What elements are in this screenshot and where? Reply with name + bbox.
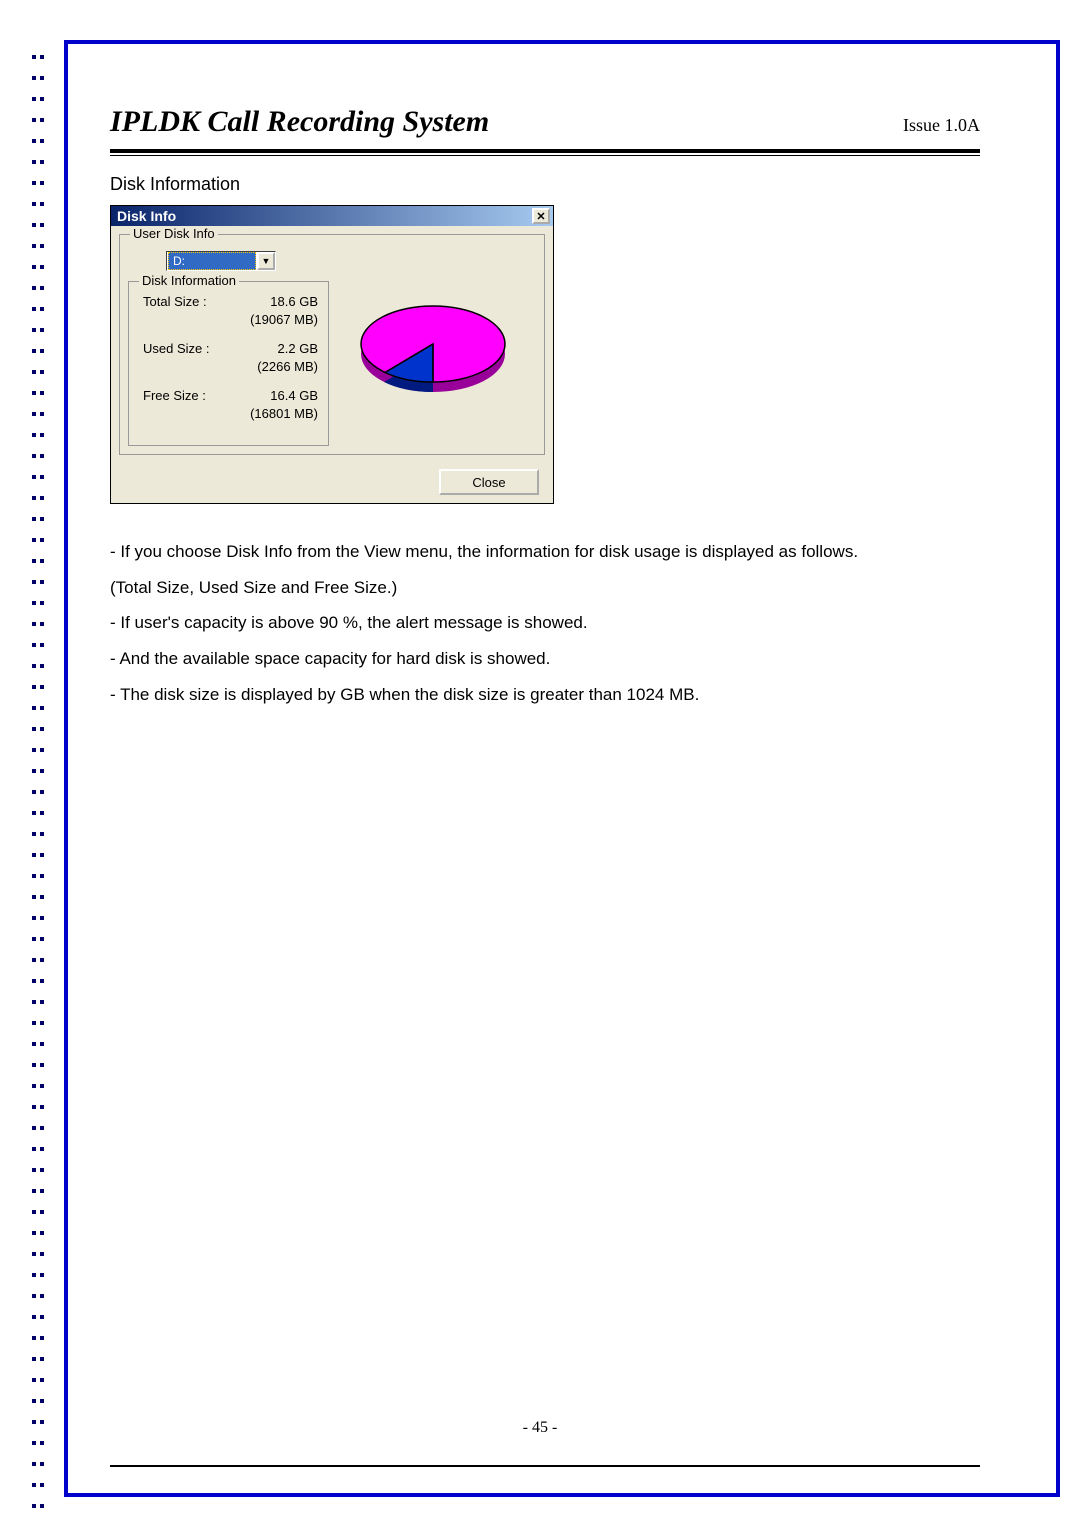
drive-row: D: ▼ [166,251,536,271]
body-line: - And the available space capacity for h… [110,641,980,677]
total-mb: (19067 MB) [233,312,318,327]
free-gb: 16.4 GB [233,388,318,403]
chevron-down-icon[interactable]: ▼ [257,252,275,270]
user-disk-info-group: User Disk Info D: ▼ Disk Information Tot… [119,234,545,455]
body-line: (Total Size, Used Size and Free Size.) [110,570,980,606]
total-label: Total Size : [143,294,233,309]
dialog-buttons: Close [119,463,545,495]
group-title-outer: User Disk Info [130,226,218,241]
used-mb: (2266 MB) [233,359,318,374]
dialog-titlebar[interactable]: Disk Info ✕ [111,206,553,226]
body-line: - If user's capacity is above 90 %, the … [110,605,980,641]
page-title: IPLDK Call Recording System [110,105,489,139]
group-title-inner: Disk Information [139,273,239,288]
used-size-row: Used Size : 2.2 GB [143,341,318,356]
footer-rule [110,1465,980,1467]
dialog-body: User Disk Info D: ▼ Disk Information Tot… [111,226,553,503]
content: IPLDK Call Recording System Issue 1.0A D… [110,105,980,1467]
used-gb: 2.2 GB [233,341,318,356]
used-label: Used Size : [143,341,233,356]
issue-label: Issue 1.0A [903,115,980,136]
pie-chart-svg [353,296,513,406]
total-size-row: Total Size : 18.6 GB [143,294,318,309]
dialog-title: Disk Info [117,208,176,224]
header-row: IPLDK Call Recording System Issue 1.0A [110,105,980,139]
body-line: - The disk size is displayed by GB when … [110,677,980,713]
free-mb: (16801 MB) [233,406,318,421]
drive-selected-value: D: [168,252,256,270]
close-button[interactable]: Close [439,469,539,495]
close-icon[interactable]: ✕ [532,208,550,224]
decorative-dots [32,55,44,1477]
header-rule [110,149,980,156]
body-line: - If you choose Disk Info from the View … [110,534,980,570]
disk-information-group: Disk Information Total Size : 18.6 GB (1… [128,281,329,446]
drive-select[interactable]: D: ▼ [166,251,276,271]
free-label: Free Size : [143,388,233,403]
disk-info-dialog: Disk Info ✕ User Disk Info D: ▼ Disk Inf… [110,205,554,504]
body-text: - If you choose Disk Info from the View … [110,534,980,712]
total-gb: 18.6 GB [233,294,318,309]
section-title: Disk Information [110,174,980,195]
pie-chart [353,281,513,409]
page-number: - 45 - [0,1419,1080,1437]
free-size-row: Free Size : 16.4 GB [143,388,318,403]
